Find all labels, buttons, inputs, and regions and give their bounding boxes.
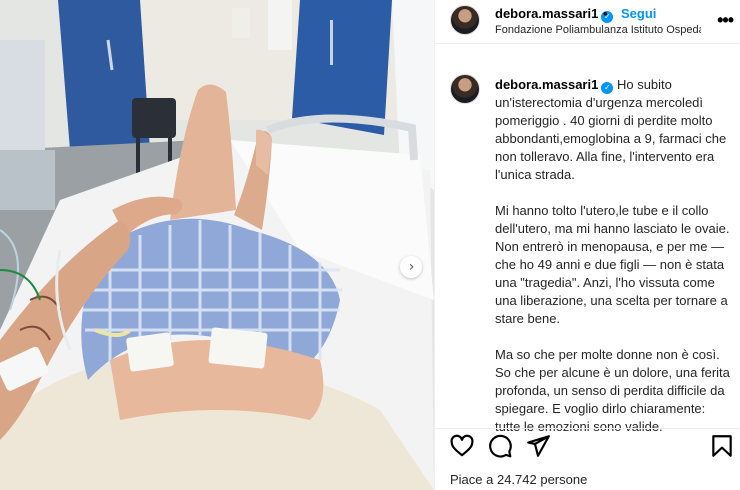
caption-paragraph-3: Ma so che per molte donne non è così. So…	[495, 347, 730, 434]
heart-icon[interactable]	[449, 433, 475, 459]
comment-icon[interactable]	[487, 433, 513, 459]
post-header: debora.massari1 ✓ • Segui Fondazione Poli…	[435, 0, 740, 44]
verified-badge-icon: ✓	[601, 82, 614, 94]
carousel-next-button[interactable]: ›	[400, 256, 422, 278]
username[interactable]: debora.massari1	[495, 6, 598, 21]
caption-text: debora.massari1 ✓ Ho subito un'isterectom…	[495, 76, 733, 454]
post-actions-bar	[435, 428, 740, 464]
username-link[interactable]: debora.massari1 ✓	[495, 6, 614, 23]
avatar[interactable]	[450, 5, 480, 35]
caption-avatar[interactable]	[450, 74, 480, 104]
post-photo[interactable]: ›	[0, 0, 434, 490]
likes-count[interactable]: Piace a 24.742 persone	[450, 472, 587, 487]
separator-dot: •	[603, 6, 608, 21]
caption-paragraph-1: debora.massari1 ✓ Ho subito un'isterectom…	[495, 76, 733, 184]
caption-paragraph-2: Mi hanno tolto l'utero,le tube e il coll…	[495, 203, 730, 326]
post-sidebar: debora.massari1 ✓ • Segui Fondazione Poli…	[434, 0, 740, 490]
caption-username[interactable]: debora.massari1	[495, 77, 598, 92]
location-link[interactable]: Fondazione Poliambulanza Istituto Ospeda…	[495, 24, 701, 36]
follow-button[interactable]: Segui	[621, 6, 656, 21]
more-options-icon[interactable]: •••	[717, 10, 734, 31]
hospital-bed-photo	[0, 0, 434, 490]
chevron-right-icon: ›	[408, 259, 415, 275]
bookmark-icon[interactable]	[709, 433, 735, 459]
paper-plane-icon[interactable]	[525, 433, 551, 459]
